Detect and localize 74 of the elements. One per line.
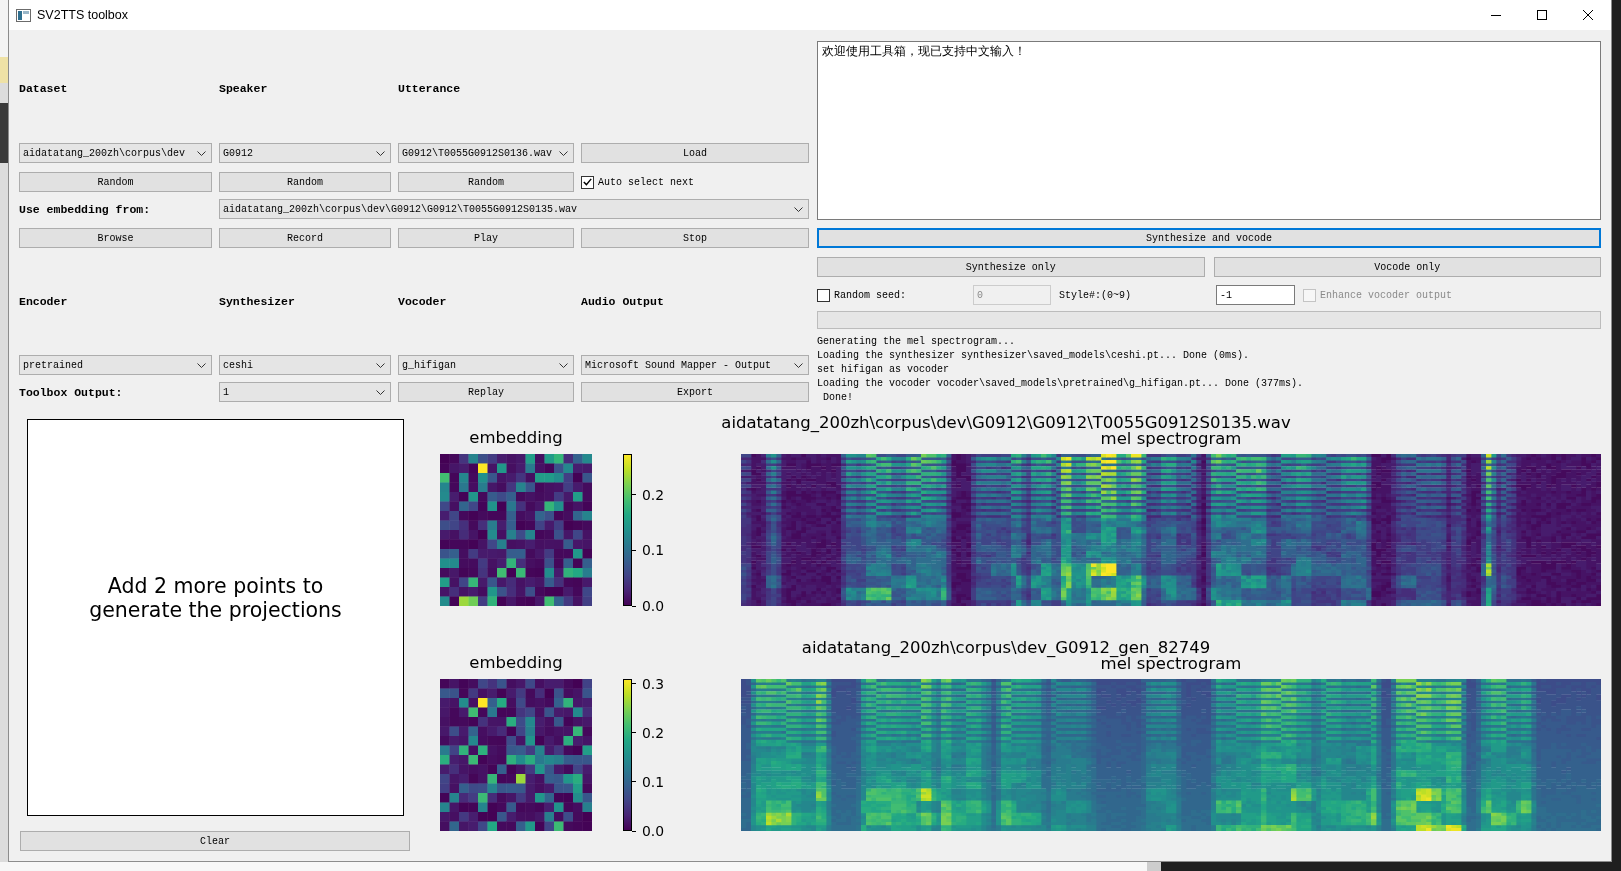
close-icon (1583, 10, 1593, 20)
chevron-down-icon (559, 362, 568, 368)
speaker-dropdown[interactable]: G0912 (219, 143, 391, 163)
chevron-down-icon (376, 362, 385, 368)
utterance-dropdown[interactable]: G0912\T0055G0912S0136.wav (398, 143, 574, 163)
style-input[interactable]: -1 (1216, 285, 1295, 305)
chevron-down-icon (197, 150, 206, 156)
record-button[interactable]: Record (219, 228, 391, 248)
chevron-down-icon (559, 150, 568, 156)
embedding-label: Use embedding from: (19, 202, 151, 216)
colorbar-tick-label: 0.2 (632, 486, 665, 503)
column-label: Vocoder (398, 294, 447, 308)
text-input[interactable]: 欢迎使用工具箱，现已支持中文输入！ (817, 41, 1601, 220)
vocoder-dropdown[interactable]: g_hifigan (398, 355, 574, 375)
column-label: Encoder (19, 294, 68, 308)
toolbox-output-dropdown[interactable]: 1 (219, 382, 391, 402)
plot-title: aidatatang_200zh\corpus\dev\G0912\G0912\T0055G0912S0135.wav (721, 415, 1291, 431)
clear-button[interactable]: Clear (20, 831, 410, 851)
log-line: set hifigan as vocoder (817, 363, 950, 377)
checkbox-label: Enhance vocoder output (1320, 289, 1453, 301)
plot-subtitle: mel spectrogram (1100, 656, 1242, 672)
log-line: Loading the vocoder vocoder\saved_models\pretrained\g_hifigan.pt... Done (377ms). (817, 377, 1304, 391)
colorbar-tick-label: 0.0 (632, 823, 665, 839)
column-label: Dataset (19, 81, 68, 95)
checkbox-label: Random seed: (834, 289, 906, 301)
encoder-dropdown[interactable]: pretrained (19, 355, 212, 375)
column-label: Audio Output (581, 294, 664, 308)
synthesize-and-vocode-button[interactable]: Synthesize and vocode (817, 228, 1601, 248)
projection-message: Add 2 more points to generate the projections (89, 573, 342, 622)
export-button[interactable]: Export (581, 382, 809, 402)
plot-title: embedding (469, 653, 563, 673)
chevron-down-icon (794, 362, 803, 368)
browse-button[interactable]: Browse (19, 228, 212, 248)
chevron-down-icon (794, 206, 803, 212)
audio-output-dropdown[interactable]: Microsoft Sound Mapper - Output (581, 355, 809, 375)
embedding-source-dropdown[interactable]: aidatatang_200zh\corpus\dev\G0912\G0912\T0055G0912S0135.wav (219, 199, 809, 219)
random-button[interactable]: Random (398, 172, 574, 192)
colorbar-tick-label: 0.2 (632, 724, 665, 741)
chevron-down-icon (197, 362, 206, 368)
auto-select-checkbox[interactable] (581, 175, 594, 189)
load-button[interactable]: Load (581, 143, 809, 163)
minimize-icon (1491, 14, 1501, 16)
colorbar-tick-label: 0.1 (632, 542, 665, 559)
stop-button[interactable]: Stop (581, 228, 809, 248)
random-seed-checkbox[interactable] (817, 288, 830, 302)
synthesize-only-button[interactable]: Synthesize only (817, 257, 1205, 277)
maximize-icon (1537, 10, 1547, 20)
synthesizer-dropdown[interactable]: ceshi (219, 355, 391, 375)
log-line: Generating the mel spectrogram... (817, 335, 1016, 349)
chevron-down-icon (376, 150, 385, 156)
dataset-dropdown[interactable]: aidatatang_200zh\corpus\dev (19, 143, 212, 163)
colorbar-tick-label: 0.0 (632, 598, 665, 614)
play-button[interactable]: Play (398, 228, 574, 248)
random-button[interactable]: Random (19, 172, 212, 192)
column-label: Synthesizer (219, 294, 295, 308)
column-label: Speaker (219, 81, 268, 95)
colorbar-tick-label: 0.3 (632, 675, 665, 692)
replay-button[interactable]: Replay (398, 382, 574, 402)
log-line: Done! (822, 391, 853, 405)
chevron-down-icon (376, 389, 385, 395)
plot-subtitle: mel spectrogram (1100, 431, 1242, 447)
toolbox-output-label: Toolbox Output: (19, 385, 123, 399)
style-label: Style#:(0~9) (1059, 289, 1131, 301)
plot-title: embedding (469, 428, 563, 448)
vocode-only-button[interactable]: Vocode only (1213, 257, 1601, 277)
column-label: Utterance (398, 81, 461, 95)
app-icon (16, 8, 31, 22)
checkmark-icon (583, 178, 592, 186)
checkbox-label: Auto select next (598, 176, 694, 188)
random-button[interactable]: Random (219, 172, 391, 192)
colorbar-tick-label: 0.1 (632, 773, 665, 790)
log-line: Loading the synthesizer synthesizer\saved_models\ceshi.pt... Done (0ms). (817, 349, 1250, 363)
window-title: SV2TTS toolbox (37, 8, 128, 22)
plot-title: aidatatang_200zh\corpus\dev_G0912_gen_82749 (801, 640, 1211, 656)
